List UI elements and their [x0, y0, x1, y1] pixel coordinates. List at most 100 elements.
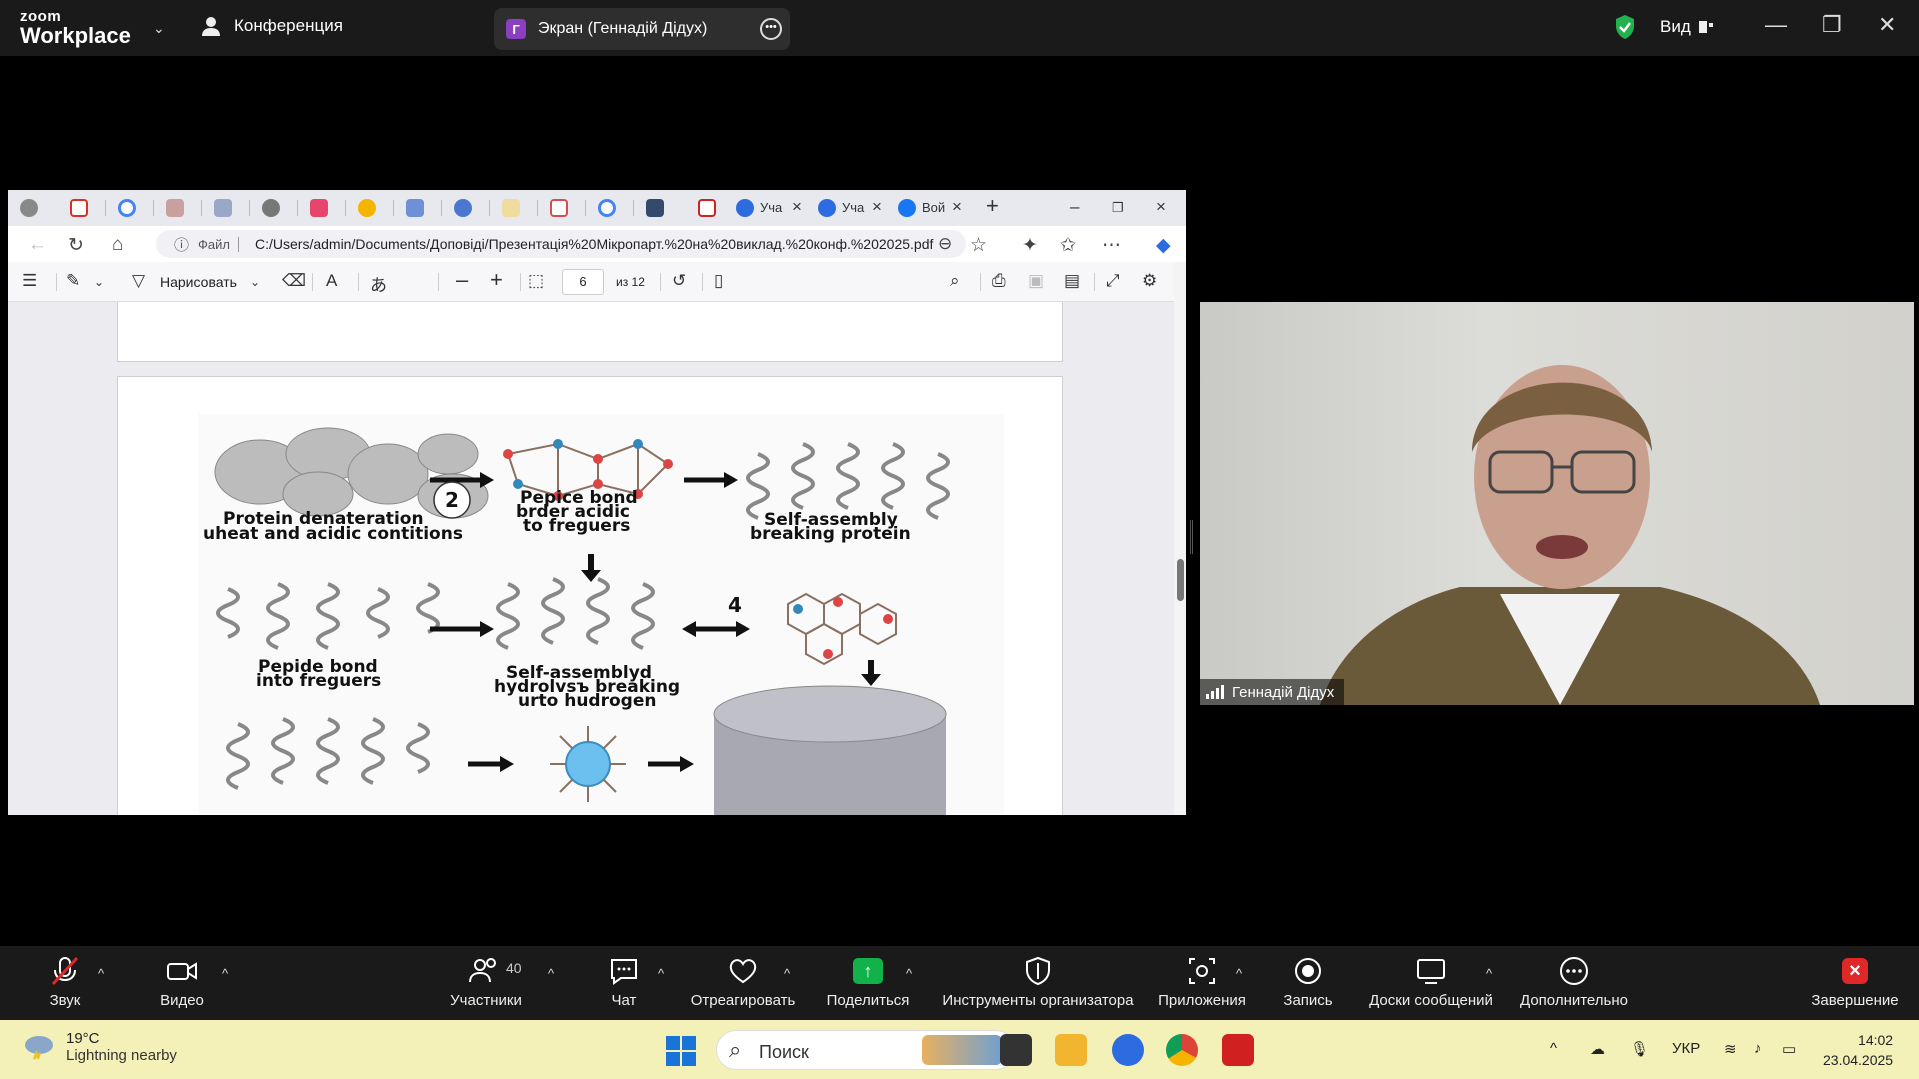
profile-avatar-icon[interactable] [20, 199, 38, 217]
favorite-star-icon[interactable]: ☆ [970, 234, 987, 257]
gmail-tab-icon[interactable] [70, 199, 88, 217]
onedrive-icon[interactable]: ☁ [1590, 1040, 1605, 1058]
highlight-icon[interactable]: ✎ [66, 271, 80, 291]
tab-close-icon[interactable]: × [872, 197, 882, 217]
back-icon[interactable]: ← [28, 234, 47, 256]
end-meeting-button[interactable]: × Завершение [1810, 954, 1900, 1009]
screen-share-indicator[interactable]: Г Экран (Геннадій Дідух) ••• [494, 8, 790, 50]
url-field[interactable]: ⓘ Файл C:/Users/admin/Documents/Доповіді… [156, 230, 966, 258]
browser-restore-icon[interactable]: ❐ [1112, 200, 1124, 216]
battery-icon[interactable]: ▭ [1782, 1040, 1796, 1058]
show-hidden-icons-caret[interactable]: ^ [1550, 1040, 1557, 1057]
url-text[interactable]: C:/Users/admin/Documents/Доповіді/Презен… [255, 236, 933, 252]
tab-label[interactable]: Уча [842, 200, 864, 215]
zoom-tab-icon[interactable] [818, 199, 836, 217]
apps-options-caret-icon[interactable]: ^ [1236, 966, 1242, 981]
more-button[interactable]: Дополнительно [1516, 954, 1632, 1009]
wifi-icon[interactable]: ≋ [1724, 1040, 1737, 1058]
react-options-caret-icon[interactable]: ^ [784, 966, 790, 981]
eraser-icon[interactable]: ⌫ [282, 271, 306, 291]
save-icon[interactable]: ▣ [1028, 271, 1044, 291]
zoom-tab-icon[interactable] [454, 199, 472, 217]
site-tab-icon[interactable] [502, 199, 520, 217]
view-button[interactable]: Вид [1660, 17, 1713, 37]
save-as-icon[interactable]: ▤ [1064, 271, 1080, 291]
apps-button[interactable]: Приложения [1156, 954, 1248, 1009]
facebook-tab-icon[interactable] [898, 199, 916, 217]
search-icon[interactable]: ⌕ [950, 271, 960, 291]
audio-button[interactable]: Звук [46, 954, 84, 1009]
chevron-down-icon[interactable]: ⌄ [94, 275, 104, 289]
chevron-down-icon[interactable]: ⌄ [153, 20, 165, 37]
share-options-caret-icon[interactable]: ^ [906, 966, 912, 981]
favorites-icon[interactable]: ✩ [1060, 234, 1076, 257]
more-options-icon[interactable]: ••• [760, 18, 782, 40]
keyboard-language[interactable]: УКР [1672, 1040, 1700, 1057]
record-button[interactable]: Запись [1280, 954, 1336, 1009]
zoom-out-icon[interactable]: ⊖ [938, 234, 952, 254]
whiteboards-button[interactable]: Доски сообщений [1366, 954, 1496, 1009]
tab-close-icon[interactable]: × [792, 197, 802, 217]
chrome-app-icon[interactable] [1166, 1034, 1198, 1066]
system-clock[interactable]: 14:02 23.04.2025 [1823, 1030, 1893, 1070]
browser-close-icon[interactable]: × [1156, 197, 1166, 217]
tab-label[interactable]: Уча [760, 200, 782, 215]
site-tab-icon[interactable] [646, 199, 664, 217]
copilot-icon[interactable]: ◆ [1156, 234, 1171, 257]
pdf-active-tab-icon[interactable] [698, 199, 716, 217]
pdf-scrollbar[interactable] [1174, 262, 1186, 815]
share-button[interactable]: ↑ Поделиться [826, 954, 910, 1009]
print-icon[interactable]: ⎙ [992, 271, 1006, 291]
rotate-icon[interactable]: ↺ [672, 271, 686, 291]
zoom-app-icon[interactable] [1112, 1034, 1144, 1066]
contents-icon[interactable]: ☰ [22, 271, 37, 291]
react-button[interactable]: Отреагировать [690, 954, 796, 1009]
video-options-caret-icon[interactable]: ^ [222, 966, 228, 981]
restore-icon[interactable]: ❐ [1822, 12, 1842, 38]
scrollbar-thumb[interactable] [1177, 559, 1184, 601]
extensions-icon[interactable]: ✦ [1022, 234, 1038, 257]
zoom-minus-icon[interactable]: – [456, 267, 468, 293]
meeting-info-button[interactable]: Конференция [200, 16, 343, 36]
minimize-icon[interactable]: — [1765, 12, 1787, 38]
new-tab-icon[interactable]: + [986, 193, 999, 219]
read-aloud-icon[interactable]: A [326, 271, 337, 291]
settings-gear-icon[interactable]: ⚙ [1142, 271, 1157, 291]
panel-splitter-handle[interactable] [1190, 520, 1193, 554]
windows-start-button[interactable] [666, 1036, 696, 1066]
draw-label[interactable]: Нарисовать [160, 274, 237, 290]
whiteboards-options-caret-icon[interactable]: ^ [1486, 966, 1492, 981]
reload-icon[interactable]: ↻ [68, 234, 84, 257]
page-number-input[interactable]: 6 [562, 269, 604, 295]
taskbar-search-box[interactable]: ⌕ Поиск [716, 1030, 1016, 1070]
google-tab-icon[interactable] [598, 199, 616, 217]
site-tab-icon[interactable] [166, 199, 184, 217]
zoom-plus-icon[interactable]: + [490, 267, 503, 293]
page-view-icon[interactable]: ▯ [714, 271, 723, 291]
site-tab-icon[interactable] [262, 199, 280, 217]
fit-page-icon[interactable]: ⬚ [528, 271, 544, 291]
browser-minimize-icon[interactable]: – [1070, 197, 1079, 217]
menu-icon[interactable]: ⋯ [1102, 234, 1121, 257]
host-tools-button[interactable]: Инструменты организатора [938, 954, 1138, 1009]
audio-options-caret-icon[interactable]: ^ [98, 966, 104, 981]
youtube-tab-icon[interactable] [310, 199, 328, 217]
task-view-icon[interactable] [1000, 1034, 1032, 1066]
site-tab-icon[interactable] [406, 199, 424, 217]
chat-button[interactable]: Чат [605, 954, 643, 1009]
zoom-tab-icon[interactable] [736, 199, 754, 217]
acrobat-app-icon[interactable] [1222, 1034, 1254, 1066]
site-tab-icon[interactable] [214, 199, 232, 217]
security-shield-icon[interactable] [1614, 14, 1636, 40]
draw-icon[interactable]: ▽ [132, 271, 145, 291]
tab-close-icon[interactable]: × [952, 197, 962, 217]
video-button[interactable]: Видео [158, 954, 206, 1009]
participant-video-tile[interactable]: Геннадій Дідух [1200, 302, 1914, 705]
file-explorer-icon[interactable] [1055, 1034, 1087, 1066]
chat-options-caret-icon[interactable]: ^ [658, 966, 664, 981]
translate-icon[interactable]: あ [370, 271, 387, 296]
weather-widget[interactable]: 19°C Lightning nearby [22, 1030, 177, 1064]
home-icon[interactable]: ⌂ [112, 234, 123, 256]
participants-options-caret-icon[interactable]: ^ [548, 966, 554, 981]
info-icon[interactable]: ⓘ [174, 234, 189, 255]
